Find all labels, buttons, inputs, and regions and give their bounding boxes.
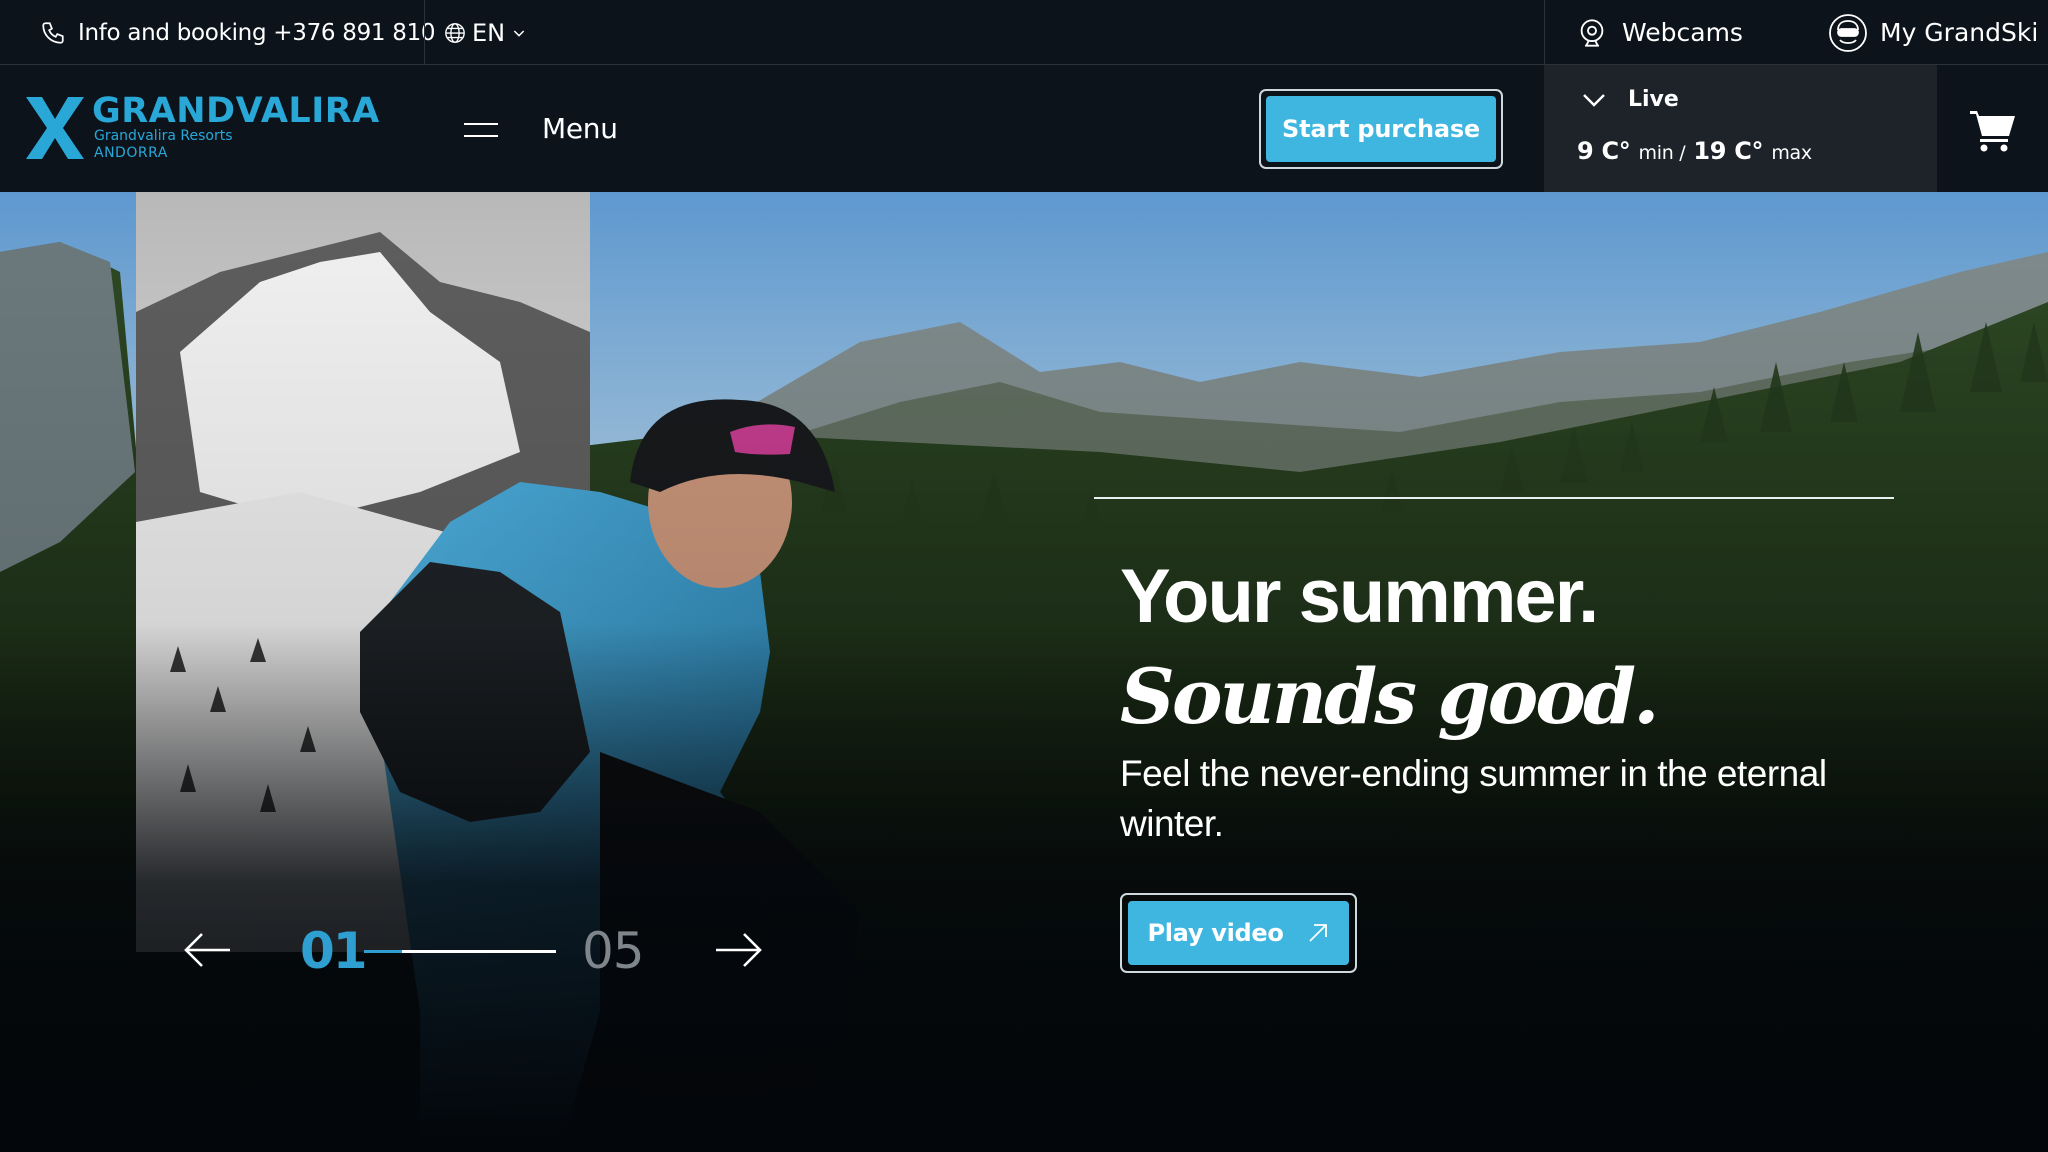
chevron-down-icon — [1583, 93, 1605, 107]
info-booking-label: Info and booking +376 891 810 — [78, 19, 436, 46]
phone-icon — [42, 21, 64, 44]
slide-progress-track — [364, 950, 556, 953]
cart-button[interactable] — [1937, 65, 2048, 192]
logo-x-icon — [26, 97, 84, 159]
headline-plain: Your summer. — [1120, 554, 1599, 639]
hero-subline: Feel the never-ending summer in the eter… — [1120, 753, 1827, 844]
main-header: GRANDVALIRA Grandvalira Resorts ANDORRA … — [0, 65, 2048, 192]
menu-icon — [464, 118, 498, 140]
play-video-button[interactable]: Play video — [1120, 893, 1357, 973]
arrow-left-icon[interactable] — [182, 930, 232, 970]
my-grandski-link[interactable]: My GrandSki — [1828, 0, 2038, 65]
menu-label: Menu — [542, 112, 618, 145]
temperature-readout: 9 C° min / 19 C° max — [1577, 137, 1812, 165]
slide-progress-fill — [364, 950, 403, 953]
webcams-label: Webcams — [1622, 18, 1743, 47]
webcams-link[interactable]: Webcams — [1578, 0, 1743, 65]
slide-total: 05 — [582, 922, 645, 980]
info-booking-link[interactable]: Info and booking +376 891 810 — [40, 0, 436, 65]
logo-title: GRANDVALIRA — [92, 91, 380, 131]
start-purchase-label: Start purchase — [1266, 96, 1496, 162]
user-avatar-icon — [1829, 13, 1867, 52]
live-toggle[interactable]: Live — [1582, 87, 1679, 112]
temp-max-value: 19 C° — [1693, 137, 1764, 165]
cart-icon — [1969, 110, 2015, 151]
webcam-icon — [1580, 18, 1604, 47]
language-selector[interactable]: EN — [444, 0, 527, 65]
headline-emphasis: Sounds good. — [1120, 652, 1660, 741]
top-bar: Info and booking +376 891 810 EN Webcams… — [0, 0, 2048, 192]
globe-icon — [445, 22, 465, 43]
temp-min-label: min / — [1638, 142, 1686, 164]
arrow-right-icon[interactable] — [714, 930, 764, 970]
menu-button[interactable]: Menu — [464, 65, 618, 192]
headline-rule — [1094, 497, 1894, 499]
weather-live-panel[interactable]: Live 9 C° min / 19 C° max — [1544, 65, 1937, 192]
language-label: EN — [472, 18, 506, 47]
temp-max-label: max — [1771, 142, 1812, 164]
external-arrow-icon — [1308, 924, 1327, 942]
temp-min-value: 9 C° — [1577, 137, 1631, 165]
slide-current: 01 — [300, 922, 368, 980]
slider-pager: 01 05 — [182, 922, 782, 982]
chevron-down-icon — [513, 29, 525, 37]
top-bar-right: Webcams My GrandSki — [1544, 0, 2048, 65]
my-grandski-label: My GrandSki — [1880, 18, 2039, 47]
logo-location: ANDORRA — [94, 145, 168, 161]
start-purchase-button[interactable]: Start purchase — [1259, 89, 1503, 169]
grandvalira-logo[interactable]: GRANDVALIRA Grandvalira Resorts ANDORRA — [24, 94, 380, 162]
live-label: Live — [1628, 87, 1679, 112]
hero-banner: Your summer. Sounds good. Feel the never… — [0, 192, 2048, 1152]
logo-text: GRANDVALIRA Grandvalira Resorts ANDORRA — [92, 94, 380, 162]
hero-headline: Your summer. Sounds good. — [1120, 547, 1880, 748]
play-video-label: Play video — [1147, 919, 1284, 947]
play-video-inner: Play video — [1128, 901, 1349, 965]
